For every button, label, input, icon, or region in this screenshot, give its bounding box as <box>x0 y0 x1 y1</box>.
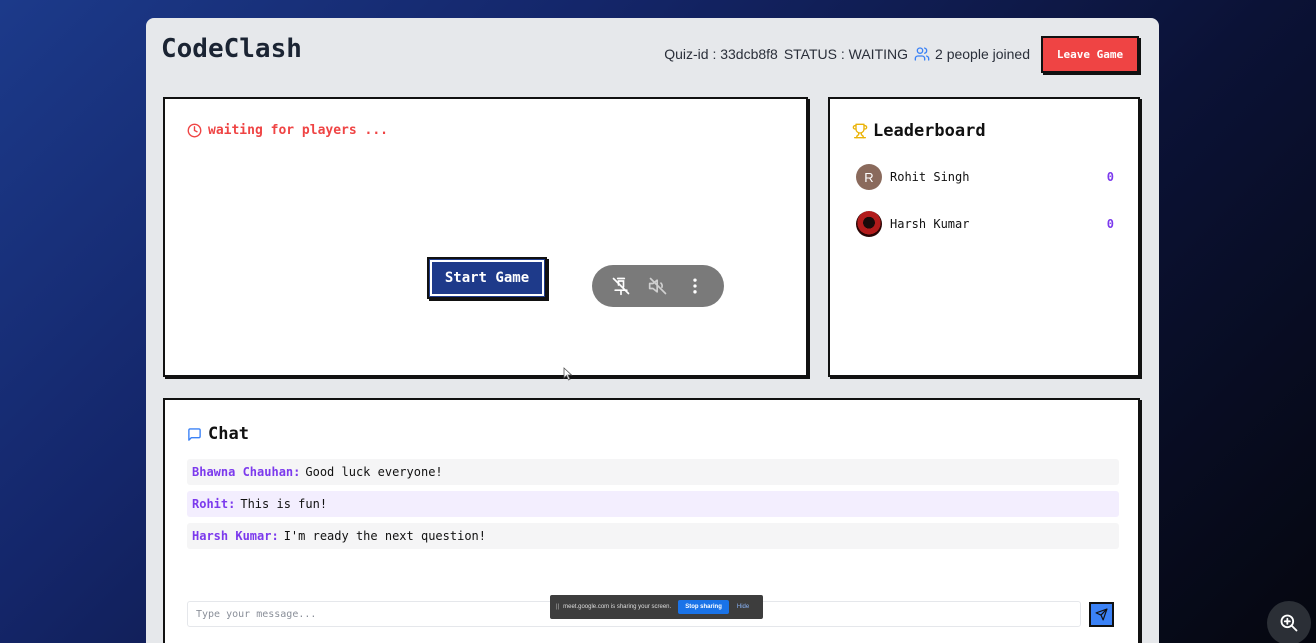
leaderboard-title-text: Leaderboard <box>873 121 986 141</box>
drag-handle-icon[interactable]: || <box>556 604 559 610</box>
player-name: Harsh Kumar <box>890 217 970 231</box>
message-author: Harsh Kumar: <box>192 529 279 543</box>
message-square-icon <box>188 427 201 441</box>
share-bar-text: meet.google.com is sharing your screen. <box>563 604 672 610</box>
trophy-icon <box>852 123 868 139</box>
player-score: 0 <box>1106 170 1114 184</box>
media-controls <box>592 265 724 307</box>
chat-message: Bhawna Chauhan: Good luck everyone! <box>187 459 1119 485</box>
avatar: R <box>856 164 882 190</box>
clock-icon <box>187 123 202 138</box>
message-text: Good luck everyone! <box>305 465 443 479</box>
more-vertical-icon[interactable] <box>684 275 706 297</box>
zoom-button[interactable] <box>1267 601 1311 643</box>
message-text: This is fun! <box>240 497 328 511</box>
chat-title-text: Chat <box>208 424 249 444</box>
chat-message: Harsh Kumar: I'm ready the next question… <box>187 523 1119 549</box>
hide-button[interactable]: Hide <box>737 604 749 610</box>
status-text: STATUS : WAITING <box>783 46 909 62</box>
chat-title: Chat <box>187 424 249 444</box>
game-status-text: waiting for players ... <box>208 123 389 138</box>
people-joined-text: 2 people joined <box>935 46 1030 62</box>
game-panel: waiting for players ... Start Game <box>163 97 808 381</box>
stop-sharing-button[interactable]: Stop sharing <box>678 600 729 614</box>
chat-message: Rohit: This is fun! <box>187 491 1119 517</box>
send-button[interactable] <box>1089 602 1114 627</box>
leaderboard-row: R Rohit Singh 0 <box>856 163 1114 191</box>
leaderboard-panel: Leaderboard R Rohit Singh 0 Harsh Kumar … <box>828 97 1140 377</box>
leaderboard-row: Harsh Kumar 0 <box>856 210 1114 238</box>
game-status: waiting for players ... <box>187 123 388 138</box>
screen-share-bar: || meet.google.com is sharing your scree… <box>550 595 763 619</box>
header-info: Quiz-id : 33dcb8f8 STATUS : WAITING 2 pe… <box>664 46 1030 62</box>
message-author: Rohit: <box>192 497 236 511</box>
pin-off-icon[interactable] <box>610 275 632 297</box>
quiz-id-text: Quiz-id : 33dcb8f8 <box>664 46 778 62</box>
brand-title: CodeClash <box>161 34 302 64</box>
leaderboard-title: Leaderboard <box>852 121 986 141</box>
header-bar: CodeClash Quiz-id : 33dcb8f8 STATUS : WA… <box>146 18 1159 88</box>
zoom-in-icon <box>1280 614 1298 632</box>
start-game-button[interactable]: Start Game <box>427 257 547 299</box>
player-score: 0 <box>1106 217 1114 231</box>
send-icon <box>1095 608 1108 621</box>
volume-off-icon[interactable] <box>647 275 669 297</box>
leave-game-button[interactable]: Leave Game <box>1041 36 1139 73</box>
mouse-cursor-icon <box>563 367 573 381</box>
message-text: I'm ready the next question! <box>283 529 486 543</box>
avatar <box>856 211 882 237</box>
users-icon <box>914 46 930 62</box>
message-author: Bhawna Chauhan: <box>192 465 301 479</box>
player-name: Rohit Singh <box>890 170 970 184</box>
app-window: CodeClash Quiz-id : 33dcb8f8 STATUS : WA… <box>146 18 1159 643</box>
